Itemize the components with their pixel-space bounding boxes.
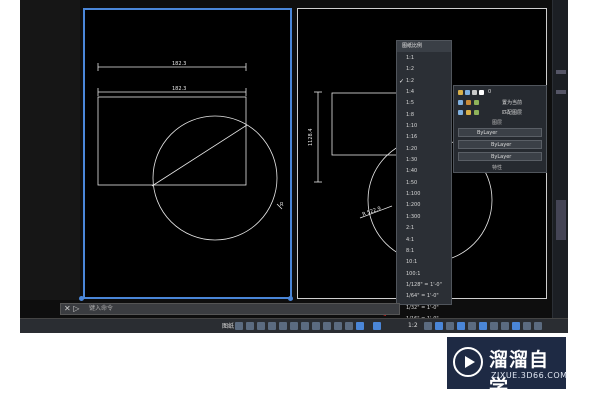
layer-properties-palette: 0 置为当前 匹配图层 图层 ByLayer ByLayer ByLayer 特… <box>453 85 547 173</box>
lineweight-dropdown[interactable]: ByLayer <box>458 152 542 161</box>
scale-menu-item[interactable]: 1/128" = 1'-0" <box>397 280 451 291</box>
ortho-icon[interactable] <box>257 322 265 330</box>
diagonal-line <box>151 124 248 187</box>
scale-menu-item[interactable]: 1:1 <box>397 53 451 64</box>
transparency-icon[interactable] <box>312 322 320 330</box>
status-menu-icon[interactable] <box>523 322 531 330</box>
grid-icon[interactable] <box>235 322 243 330</box>
scale-menu-item[interactable]: 1:2 <box>397 76 451 88</box>
annotation-scale-menu: 图纸比例 1:11:21:21:41:51:81:101:161:201:301… <box>396 40 452 322</box>
command-input[interactable]: 键入命令 <box>89 304 113 314</box>
watermark-url: ZIXUE.3D66.COM <box>491 371 568 380</box>
annotation-scale-icon[interactable] <box>373 322 381 330</box>
scale-menu-item[interactable]: 1:100 <box>397 189 451 200</box>
osnap-icon[interactable] <box>279 322 287 330</box>
model-space-toggle[interactable]: 图纸 <box>222 321 234 330</box>
snap-icon[interactable] <box>246 322 254 330</box>
scale-menu-item[interactable]: 1:10 <box>397 121 451 132</box>
current-layer-name[interactable]: 0 <box>488 89 491 95</box>
strip-tab-icon[interactable] <box>556 70 566 74</box>
scale-menu-item[interactable]: 2:1 <box>397 223 451 234</box>
scale-menu-item[interactable]: 1:40 <box>397 166 451 177</box>
customize-icon[interactable] <box>501 322 509 330</box>
rectangle-left <box>97 96 247 186</box>
dim-text-small: R <box>280 202 284 208</box>
lock-icon[interactable] <box>472 90 477 95</box>
strip-tab-properties[interactable] <box>556 200 566 240</box>
layer-tool-icon[interactable] <box>474 100 479 105</box>
properties-group-label: 特性 <box>492 165 503 171</box>
lightbulb-icon[interactable] <box>458 90 463 95</box>
color-dropdown[interactable]: ByLayer <box>458 128 542 137</box>
strip-tab-icon[interactable] <box>556 90 566 94</box>
scale-menu-item[interactable]: 1:5 <box>397 98 451 109</box>
linetype-value: ByLayer <box>491 142 512 148</box>
autocad-window: 182.3 182.3 R 1128.4 R 522.9 0 置为当前 匹配图层… <box>20 0 568 333</box>
otrack-icon[interactable] <box>290 322 298 330</box>
layer-tool-icon[interactable] <box>458 100 463 105</box>
lineweight-icon[interactable] <box>301 322 309 330</box>
layer-tool-icon[interactable] <box>474 110 479 115</box>
gizmo-icon[interactable] <box>334 322 342 330</box>
set-current-button[interactable]: 置为当前 <box>502 99 522 106</box>
scale-menu-item[interactable]: 100:1 <box>397 269 451 280</box>
linetype-dropdown[interactable]: ByLayer <box>458 140 542 149</box>
layer-tool-icon[interactable] <box>466 110 471 115</box>
match-layer-button[interactable]: 匹配图层 <box>502 109 522 116</box>
lock-ui-icon[interactable] <box>468 322 476 330</box>
scale-menu-item[interactable]: 1/32" = 1'-0" <box>397 303 451 314</box>
command-line[interactable]: ✕ ▷ 键入命令 <box>60 303 400 315</box>
scale-menu-item[interactable]: 10:1 <box>397 257 451 268</box>
scale-menu-item[interactable]: 1:20 <box>397 144 451 155</box>
scale-menu-list: 1:11:21:21:41:51:81:101:161:201:301:401:… <box>397 53 451 325</box>
scale-menu-item[interactable]: 1:8 <box>397 110 451 121</box>
layer-tool-icon[interactable] <box>466 100 471 105</box>
scale-menu-item[interactable]: 1:2 <box>397 64 451 75</box>
clean-screen-icon[interactable] <box>490 322 498 330</box>
scale-menu-item[interactable]: 8:1 <box>397 246 451 257</box>
scale-menu-title: 图纸比例 <box>397 41 451 52</box>
layer-tool-icon[interactable] <box>458 110 463 115</box>
units-icon[interactable] <box>446 322 454 330</box>
isolate-icon[interactable] <box>435 322 443 330</box>
annotation-scale-value[interactable]: 1:2 <box>408 322 418 329</box>
dim-text-mid: 182.3 <box>172 86 186 92</box>
scale-menu-item[interactable]: 4:1 <box>397 235 451 246</box>
scale-menu-item[interactable]: 1:30 <box>397 155 451 166</box>
scale-menu-item[interactable]: 1:200 <box>397 200 451 211</box>
graphics-icon[interactable] <box>512 322 520 330</box>
dim-text-diag: R 522.9 <box>362 206 382 218</box>
polar-icon[interactable] <box>268 322 276 330</box>
workspace-icon[interactable] <box>424 322 432 330</box>
status-bar: 图纸 1:2 <box>20 318 568 333</box>
play-logo-icon <box>453 347 483 377</box>
scale-menu-item[interactable]: 1:300 <box>397 212 451 223</box>
hardware-accel-icon[interactable] <box>479 322 487 330</box>
selection-icon[interactable] <box>323 322 331 330</box>
scale-menu-item[interactable]: 1:4 <box>397 87 451 98</box>
circle-left <box>152 115 278 241</box>
scale-menu-item[interactable]: 1:16 <box>397 132 451 143</box>
color-swatch-icon[interactable] <box>479 90 484 95</box>
color-value: ByLayer <box>477 130 498 136</box>
fullscreen-icon[interactable] <box>534 322 542 330</box>
dim-text-top: 182.3 <box>172 61 186 67</box>
quick-properties-icon[interactable] <box>457 322 465 330</box>
annotation-autoscale-icon[interactable] <box>356 322 364 330</box>
rectangle-right <box>331 92 403 156</box>
annotation-visibility-icon[interactable] <box>345 322 353 330</box>
command-close-icon[interactable]: ✕ ▷ <box>64 304 79 314</box>
right-tool-strip <box>552 0 568 318</box>
sun-icon[interactable] <box>465 90 470 95</box>
lineweight-value: ByLayer <box>491 154 512 160</box>
layer-group-label: 图层 <box>492 120 503 126</box>
dim-text-vertical: 1128.4 <box>308 129 314 147</box>
scale-menu-item[interactable]: 1:50 <box>397 178 451 189</box>
scale-menu-item[interactable]: 1/64" = 1'-0" <box>397 291 451 302</box>
watermark-logo: 溜溜自学 ZIXUE.3D66.COM <box>447 337 568 398</box>
